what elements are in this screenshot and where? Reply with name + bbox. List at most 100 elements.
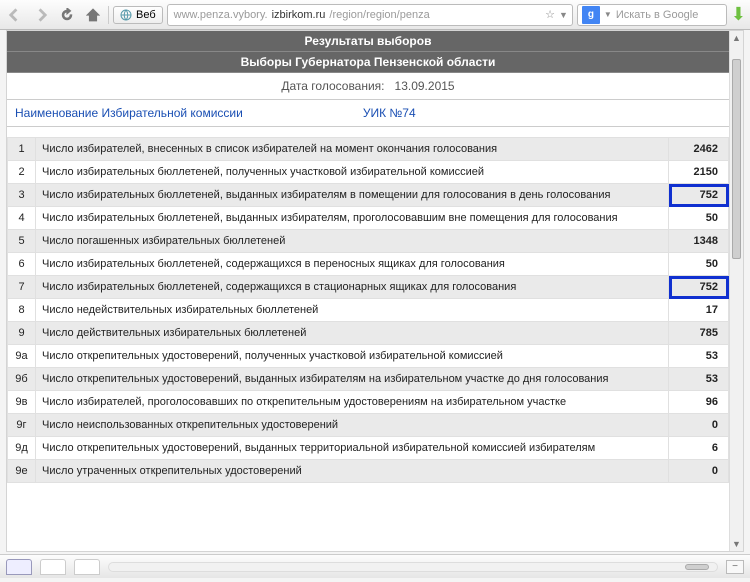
horizontal-scrollbar[interactable]	[108, 562, 718, 572]
row-number: 7	[8, 276, 36, 299]
table-row: 8Число недействительных избирательных бю…	[8, 299, 729, 322]
web-button[interactable]: Веб	[113, 6, 163, 24]
row-number: 9в	[8, 391, 36, 414]
table-row: 4Число избирательных бюллетеней, выданны…	[8, 207, 729, 230]
row-number: 1	[8, 138, 36, 161]
horizontal-thumb[interactable]	[685, 564, 709, 570]
header-results: Результаты выборов	[7, 31, 729, 52]
search-placeholder: Искать в Google	[616, 9, 699, 21]
status-tab-1[interactable]	[6, 559, 32, 575]
row-value: 50	[669, 253, 729, 276]
date-label: Дата голосования:	[281, 79, 384, 93]
scroll-down-icon[interactable]: ▼	[730, 537, 743, 551]
scroll-up-icon[interactable]: ▲	[730, 31, 743, 45]
uik-link[interactable]: УИК №74	[363, 106, 416, 120]
table-row: 5Число погашенных избирательных бюллетен…	[8, 230, 729, 253]
commission-name-link[interactable]: Наименование Избирательной комиссии	[15, 106, 243, 120]
status-tab-2[interactable]	[40, 559, 66, 575]
row-value: 6	[669, 437, 729, 460]
commission-bar: Наименование Избирательной комиссии УИК …	[7, 99, 729, 127]
forward-button	[30, 4, 52, 26]
row-description: Число неиспользованных открепительных уд…	[36, 414, 669, 437]
row-description: Число избирательных бюллетеней, полученн…	[36, 161, 669, 184]
table-row: 9аЧисло открепительных удостоверений, по…	[8, 345, 729, 368]
row-description: Число утраченных открепительных удостове…	[36, 460, 669, 483]
home-button[interactable]	[82, 4, 104, 26]
row-number: 9г	[8, 414, 36, 437]
bookmark-star-icon[interactable]: ☆	[545, 8, 555, 21]
url-post: /region/region/penza	[329, 9, 429, 21]
row-number: 8	[8, 299, 36, 322]
row-number: 6	[8, 253, 36, 276]
row-description: Число избирательных бюллетеней, содержащ…	[36, 253, 669, 276]
table-row: 9гЧисло неиспользованных открепительных …	[8, 414, 729, 437]
page-viewport: Результаты выборов Выборы Губернатора Пе…	[6, 30, 744, 552]
row-value: 2150	[669, 161, 729, 184]
url-pre: www.penza.vybory.	[174, 9, 268, 21]
back-button	[4, 4, 26, 26]
row-value: 0	[669, 414, 729, 437]
address-bar[interactable]: www.penza.vybory. izbirkom.ru/region/regi…	[167, 4, 573, 26]
date-bar: Дата голосования: 13.09.2015	[7, 73, 729, 99]
browser-toolbar: Веб www.penza.vybory. izbirkom.ru/region/…	[0, 0, 750, 30]
reload-button[interactable]	[56, 4, 78, 26]
status-bar: −	[0, 554, 750, 578]
row-number: 9е	[8, 460, 36, 483]
row-description: Число погашенных избирательных бюллетене…	[36, 230, 669, 253]
row-value: 752	[669, 184, 729, 207]
row-description: Число избирателей, внесенных в список из…	[36, 138, 669, 161]
table-row: 9вЧисло избирателей, проголосовавших по …	[8, 391, 729, 414]
table-row: 1Число избирателей, внесенных в список и…	[8, 138, 729, 161]
row-number: 9д	[8, 437, 36, 460]
date-value: 13.09.2015	[395, 79, 455, 93]
row-value: 50	[669, 207, 729, 230]
row-number: 5	[8, 230, 36, 253]
table-row: 9Число действительных избирательных бюлл…	[8, 322, 729, 345]
table-row: 3Число избирательных бюллетеней, выданны…	[8, 184, 729, 207]
row-number: 2	[8, 161, 36, 184]
row-value: 1348	[669, 230, 729, 253]
row-description: Число недействительных избирательных бюл…	[36, 299, 669, 322]
search-dropdown-icon[interactable]: ▼	[604, 10, 612, 19]
row-description: Число открепительных удостоверений, полу…	[36, 345, 669, 368]
google-icon: g	[582, 6, 600, 24]
row-number: 9	[8, 322, 36, 345]
table-row: 9бЧисло открепительных удостоверений, вы…	[8, 368, 729, 391]
table-row: 9дЧисло открепительных удостоверений, вы…	[8, 437, 729, 460]
url-domain: izbirkom.ru	[272, 9, 326, 21]
row-value: 752	[669, 276, 729, 299]
row-value: 96	[669, 391, 729, 414]
web-label: Веб	[136, 9, 156, 21]
row-value: 53	[669, 368, 729, 391]
row-description: Число открепительных удостоверений, выда…	[36, 437, 669, 460]
row-description: Число избирательных бюллетеней, выданных…	[36, 207, 669, 230]
row-value: 17	[669, 299, 729, 322]
row-description: Число избирательных бюллетеней, содержащ…	[36, 276, 669, 299]
separator	[108, 6, 109, 24]
row-number: 9а	[8, 345, 36, 368]
row-value: 2462	[669, 138, 729, 161]
header-election: Выборы Губернатора Пензенской области	[7, 52, 729, 73]
dropdown-icon[interactable]: ▼	[559, 10, 568, 20]
row-value: 785	[669, 322, 729, 345]
zoom-out-button[interactable]: −	[726, 560, 744, 574]
row-description: Число действительных избирательных бюлле…	[36, 322, 669, 345]
vertical-scrollbar[interactable]: ▲ ▼	[729, 31, 743, 551]
results-table: 1Число избирателей, внесенных в список и…	[7, 137, 729, 483]
row-number: 4	[8, 207, 36, 230]
search-box[interactable]: g ▼ Искать в Google	[577, 4, 727, 26]
scroll-thumb[interactable]	[732, 59, 741, 259]
row-value: 53	[669, 345, 729, 368]
table-row: 2Число избирательных бюллетеней, получен…	[8, 161, 729, 184]
table-row: 6Число избирательных бюллетеней, содержа…	[8, 253, 729, 276]
row-description: Число избирательных бюллетеней, выданных…	[36, 184, 669, 207]
status-tab-3[interactable]	[74, 559, 100, 575]
table-row: 7Число избирательных бюллетеней, содержа…	[8, 276, 729, 299]
row-description: Число избирателей, проголосовавших по от…	[36, 391, 669, 414]
download-icon[interactable]: ⬇	[731, 4, 746, 25]
row-number: 9б	[8, 368, 36, 391]
row-value: 0	[669, 460, 729, 483]
row-description: Число открепительных удостоверений, выда…	[36, 368, 669, 391]
row-number: 3	[8, 184, 36, 207]
table-row: 9еЧисло утраченных открепительных удосто…	[8, 460, 729, 483]
